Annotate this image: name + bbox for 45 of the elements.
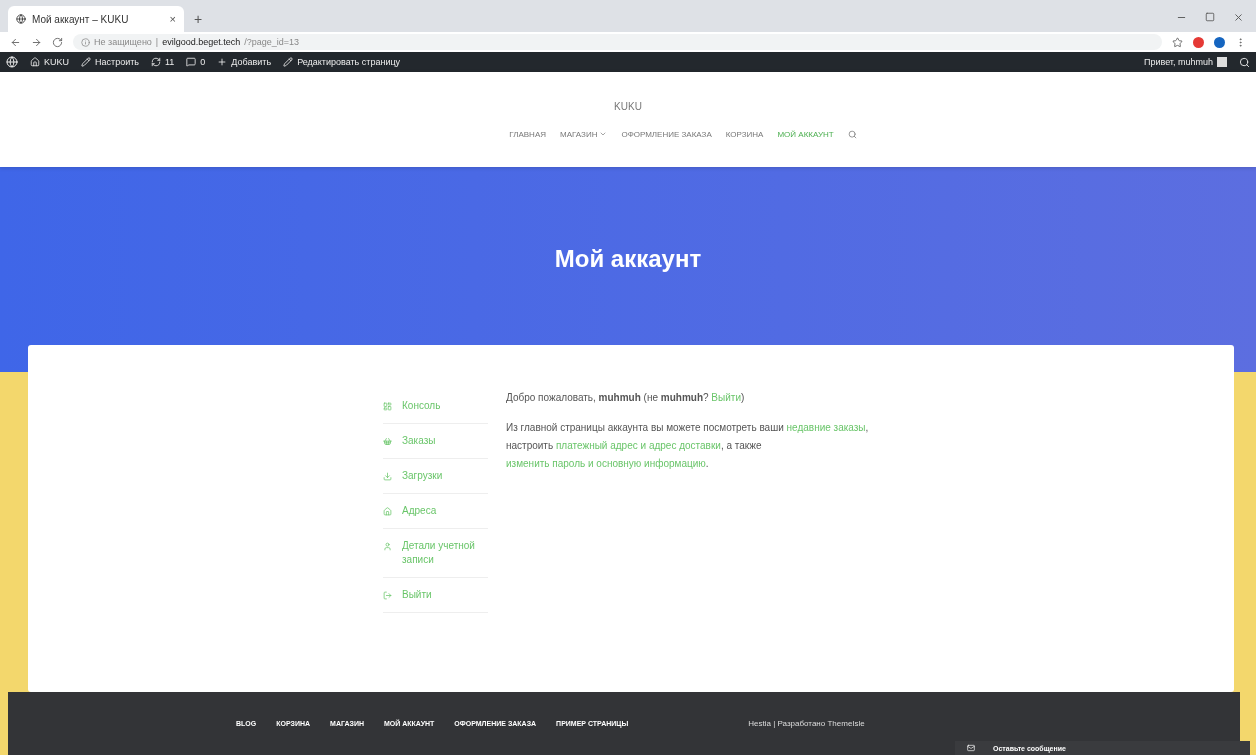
home-icon bbox=[30, 57, 40, 67]
admin-bar-item[interactable]: Добавить bbox=[217, 57, 272, 67]
maximize-icon[interactable] bbox=[1205, 12, 1215, 22]
welcome-text: Добро пожаловать, muhmuh (не muhmuh? Выйти) bbox=[506, 391, 746, 405]
new-tab-button[interactable]: + bbox=[194, 11, 203, 27]
nav-link[interactable]: ОФОРМЛЕНИЕ ЗАКАЗА bbox=[621, 129, 712, 139]
forward-icon[interactable] bbox=[31, 36, 42, 48]
globe-icon bbox=[16, 14, 26, 24]
caret-icon bbox=[599, 130, 608, 138]
greeting-link[interactable]: Привет, muhmuh bbox=[1143, 57, 1227, 67]
mail-icon bbox=[967, 744, 975, 752]
admin-bar-item[interactable]: 0 bbox=[186, 57, 206, 67]
pencil-icon bbox=[283, 57, 294, 67]
footer-credit: Hestia | Разработано ThemeIsle bbox=[748, 719, 865, 728]
close-icon[interactable] bbox=[1233, 12, 1244, 23]
profile-icon[interactable] bbox=[1214, 36, 1225, 48]
logout-icon bbox=[383, 591, 392, 600]
admin-bar-item[interactable]: Редактировать страницу bbox=[283, 57, 401, 67]
plus-icon bbox=[217, 57, 228, 67]
logo-icon[interactable] bbox=[6, 56, 18, 68]
nav-link[interactable]: МОЙ АККАУНТ bbox=[777, 129, 834, 139]
refresh-icon bbox=[151, 57, 161, 67]
user-icon bbox=[383, 542, 392, 551]
dashboard-icon bbox=[383, 402, 392, 411]
reload-icon[interactable] bbox=[52, 36, 63, 48]
home-icon bbox=[383, 507, 392, 516]
star-icon[interactable] bbox=[1172, 36, 1183, 48]
nav-link[interactable]: КОРЗИНА bbox=[725, 129, 764, 139]
browser-tab[interactable]: Мой аккаунт – KUKU × bbox=[8, 6, 184, 32]
admin-bar-item[interactable]: KUKU bbox=[30, 57, 69, 67]
pencil-icon bbox=[81, 57, 91, 67]
extension-icon[interactable] bbox=[1193, 36, 1204, 48]
search-icon[interactable] bbox=[1239, 56, 1250, 68]
download-icon bbox=[383, 472, 392, 481]
comment-icon bbox=[186, 57, 197, 67]
site-title[interactable]: KUKU bbox=[614, 100, 642, 112]
intro-text: Из главной страницы аккаунта вы можете посмотреть ваши недавние заказы, настроить платежный адрес и адрес доставки, а также изменить пароль и основную информацию. bbox=[506, 421, 870, 471]
page-title: Мой аккаунт bbox=[554, 245, 702, 274]
admin-bar-item[interactable]: Настроить bbox=[81, 57, 139, 67]
back-icon[interactable] bbox=[10, 36, 21, 48]
nav-link[interactable]: МАГАЗИН bbox=[560, 129, 608, 139]
nav-link[interactable]: ГЛАВНАЯ bbox=[509, 129, 546, 139]
admin-bar-item[interactable]: 11 bbox=[151, 57, 175, 67]
address-field[interactable]: Не защищено | evilgood.beget.tech /?page_id=13 bbox=[73, 34, 1162, 50]
basket-icon bbox=[383, 437, 392, 446]
